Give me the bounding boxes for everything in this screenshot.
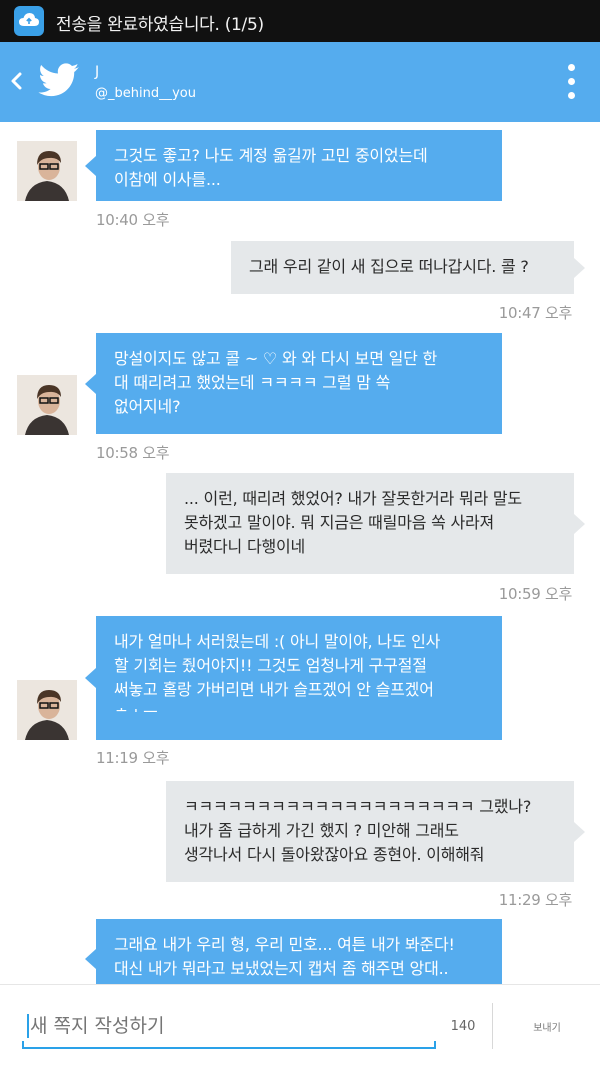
message-timestamp: 10:40 오후 xyxy=(96,211,170,229)
message-text: 할 기회는 줬어야지!! 그것도 엄청나게 구구절절 xyxy=(114,656,427,675)
message-text: 내가 좀 급하게 가긴 했지 ? 미안해 그래도 xyxy=(184,821,459,840)
message-text: 이참에 이사를... xyxy=(114,170,221,189)
compose-bar: 140 보내기 xyxy=(0,984,600,1066)
message-list[interactable]: 그것도 좋고? 나도 계정 옮길까 고민 중이었는데 이참에 이사를... 10… xyxy=(0,122,600,984)
message-text: 내가 얼마나 서러웠는데 :( 아니 말이야, 나도 인사 xyxy=(114,632,441,651)
message-timestamp: 10:58 오후 xyxy=(96,444,170,462)
message-bubble-incoming[interactable]: 그래요 내가 우리 형, 우리 민호... 여튼 내가 봐준다! 대신 내가 뭐… xyxy=(85,919,502,984)
avatar[interactable] xyxy=(17,375,77,435)
message-bubble-incoming[interactable]: 망설이지도 않고 콜 ~ ♡ 와 와 다시 보면 일단 한 대 때리려고 했었는… xyxy=(85,333,502,434)
status-notification-text: 전송을 완료하였습니다. (1/5) xyxy=(56,15,264,35)
conversation-header: J @_behind__you xyxy=(0,42,600,122)
message-text: 그래 우리 같이 새 집으로 떠나갑시다. 콜 ? xyxy=(249,257,529,276)
message-text: 망설이지도 않고 콜 ~ ♡ 와 와 다시 보면 일단 한 xyxy=(114,349,438,368)
message-text: 대신 내가 뭐라고 보냈었는지 캡처 좀 해주면 앙대.. xyxy=(114,959,449,978)
message-timestamp: 11:19 오후 xyxy=(96,749,170,767)
message-bubble-outgoing[interactable]: 그래 우리 같이 새 집으로 떠나갑시다. 콜 ? xyxy=(231,241,585,294)
cloud-upload-icon xyxy=(14,6,44,36)
conversation-title: J xyxy=(95,64,100,80)
message-text: 써놓고 홀랑 가버리면 내가 슬프겠어 안 슬프겠어 xyxy=(114,680,434,699)
avatar[interactable] xyxy=(17,680,77,740)
message-bubble-incoming[interactable]: 내가 얼마나 서러웠는데 :( 아니 말이야, 나도 인사 할 기회는 줬어야지… xyxy=(85,616,502,740)
message-text: ㅋㅋㅋㅋㅋㅋㅋㅋㅋㅋㅋㅋㅋㅋㅋㅋㅋㅋㅋㅋ 그랬나? xyxy=(184,797,532,816)
text-cursor xyxy=(27,1014,29,1038)
message-timestamp: 11:29 오후 xyxy=(498,891,573,909)
chevron-left-icon[interactable] xyxy=(6,66,28,96)
conversation-handle: @_behind__you xyxy=(95,86,196,101)
character-counter: 140 xyxy=(450,1019,476,1034)
avatar[interactable] xyxy=(17,141,77,201)
send-button[interactable]: 보내기 xyxy=(500,1019,594,1034)
message-text: 그것도 좋고? 나도 계정 옮길까 고민 중이었는데 xyxy=(114,146,428,165)
new-message-input[interactable] xyxy=(22,1013,436,1039)
input-underline xyxy=(22,1041,436,1049)
message-text: 버렸다니 다행이네 xyxy=(184,537,306,556)
status-bar: 전송을 완료하였습니다. (1/5) xyxy=(0,0,600,42)
message-text: ... 이런, 때리려 했었어? 내가 잘못한거라 뭐라 말도 xyxy=(184,489,522,508)
message-text: 없어지네? xyxy=(114,397,181,416)
message-timestamp: 10:59 오후 xyxy=(498,585,573,603)
message-text: ㅎㅅㅜ xyxy=(114,702,484,712)
message-bubble-outgoing[interactable]: ㅋㅋㅋㅋㅋㅋㅋㅋㅋㅋㅋㅋㅋㅋㅋㅋㅋㅋㅋㅋ 그랬나? 내가 좀 급하게 가긴 했지… xyxy=(166,781,585,882)
message-bubble-outgoing[interactable]: ... 이런, 때리려 했었어? 내가 잘못한거라 뭐라 말도 못하겠고 말이야… xyxy=(166,473,585,574)
message-text: 그래요 내가 우리 형, 우리 민호... 여튼 내가 봐준다! xyxy=(114,935,455,954)
message-text: 못하겠고 말이야. 뭐 지금은 때릴마음 쏙 사라져 xyxy=(184,513,495,532)
message-bubble-incoming[interactable]: 그것도 좋고? 나도 계정 옮길까 고민 중이었는데 이참에 이사를... xyxy=(85,130,502,201)
overflow-menu-icon[interactable] xyxy=(560,62,584,102)
message-text: 대 때리려고 했었는데 ㅋㅋㅋㅋ 그럴 맘 쏙 xyxy=(114,373,391,392)
message-text: 생각나서 다시 돌아왔잖아요 종현아. 이해해줘 xyxy=(184,845,485,864)
compose-divider xyxy=(492,1003,493,1049)
message-timestamp: 10:47 오후 xyxy=(498,304,573,322)
twitter-bird-icon xyxy=(36,62,80,102)
